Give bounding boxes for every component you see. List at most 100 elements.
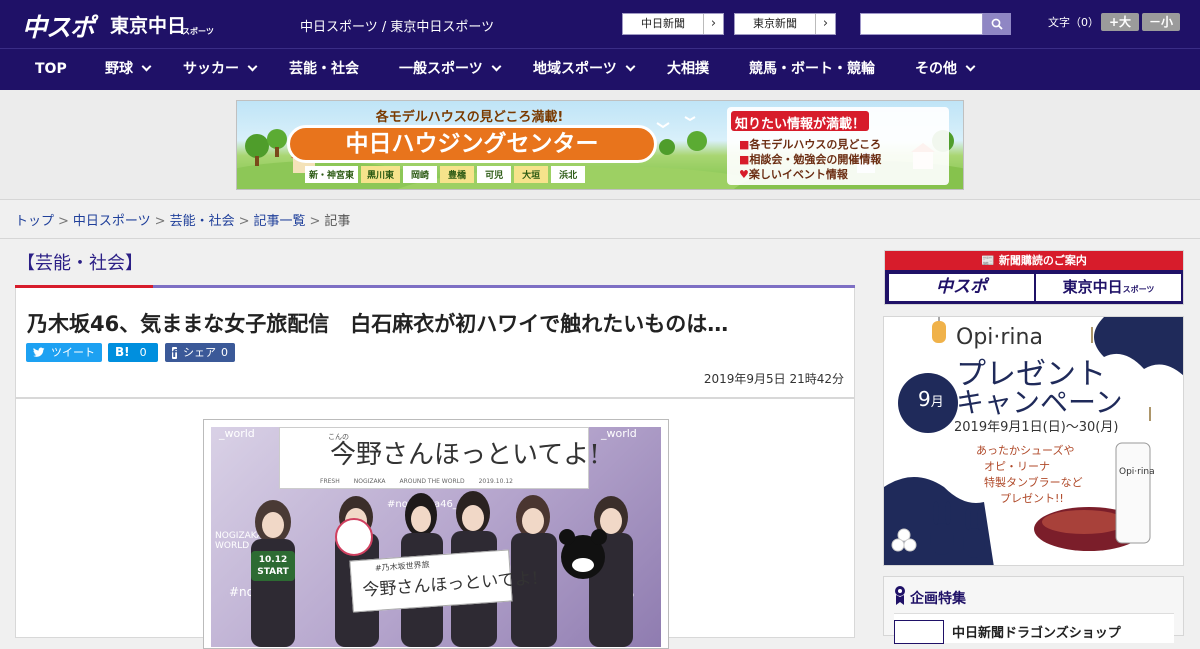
subscribe-tokyo-chunichi-button[interactable]: 東京中日スポーツ: [1036, 274, 1181, 301]
special-feature-item-label: 中日新聞ドラゴンズショップ: [952, 626, 1121, 641]
article-photo[interactable]: _world _world NOGIZAKA46 WORLD #nogizaka…: [211, 427, 661, 647]
article-header: 乃木坂46、気ままな女子旅配信 白石麻衣が初ハワイで触れたいものは… ツイート …: [15, 288, 855, 398]
breadcrumb-link-chunichi-sports[interactable]: 中日スポーツ: [73, 214, 151, 229]
nav-item-other[interactable]: その他: [915, 49, 976, 90]
article-body: _world _world NOGIZAKA46 WORLD #nogizaka…: [15, 398, 855, 649]
nav-label: 野球: [105, 61, 133, 77]
search-icon: [991, 18, 1003, 30]
location-tag: 可児: [477, 166, 512, 183]
breadcrumb-separator: >: [154, 214, 166, 229]
chevron-down-icon: [625, 61, 636, 72]
nav-label: 芸能・社会: [289, 61, 359, 77]
chevron-down-icon: [491, 61, 502, 72]
subscribe-chusupo-button[interactable]: 中スポ: [889, 274, 1034, 301]
newspaper-icon: 📰: [981, 254, 995, 267]
campaign-dates: 2019年9月1日(日)～30(月): [954, 420, 1119, 435]
breadcrumb-link-top[interactable]: トップ: [15, 214, 54, 229]
housing-center-ad[interactable]: 各モデルハウスの見どころ満載! 中日ハウジングセンター 新・神宮東 黒川東 岡崎…: [236, 100, 964, 190]
tweet-label: ツイート: [51, 346, 95, 359]
breadcrumb: トップ > 中日スポーツ > 芸能・社会 > 記事一覧 > 記事: [15, 210, 350, 229]
subscribe-tokyo-logo: 東京中日: [1062, 278, 1123, 296]
campaign-title-line2: キャンペーン: [956, 386, 1123, 419]
breadcrumb-link-entertainment[interactable]: 芸能・社会: [170, 214, 235, 229]
chunichi-shimbun-button[interactable]: 中日新聞 ›: [622, 13, 724, 35]
banner-box-line: ■相談会・勉強会の開催情報: [739, 153, 882, 166]
nav-item-entertainment[interactable]: 芸能・社会: [289, 49, 359, 90]
opirina-brand: Opi·rina: [956, 325, 1043, 350]
search-input[interactable]: [860, 13, 983, 35]
font-larger-button[interactable]: +大: [1101, 13, 1139, 31]
banner-box-lines: ■各モデルハウスの見どころ ■相談会・勉強会の開催情報 ♥楽しいイベント情報: [739, 137, 881, 182]
chevron-right-icon: ›: [703, 14, 723, 34]
subscription-box: 📰 新聞購読のご案内 中スポ 東京中日スポーツ: [884, 250, 1184, 305]
tokyo-shimbun-button[interactable]: 東京新聞 ›: [734, 13, 836, 35]
location-tag: 新・神宮東: [305, 166, 359, 183]
location-tag: 岡崎: [403, 166, 438, 183]
font-size-label: 文字（0）: [1048, 16, 1099, 29]
breadcrumb-separator: >: [309, 214, 321, 229]
search-button[interactable]: [983, 13, 1011, 35]
facebook-count: 0: [221, 346, 228, 359]
start-sign: 10.12 START: [251, 551, 295, 581]
facebook-share-label: シェア: [183, 346, 216, 359]
special-feature-title: 企画特集: [910, 591, 966, 607]
campaign-copy: あったかシューズや オピ・リーナ 特製タンブラーなど プレゼント!!: [976, 444, 1083, 505]
chevron-down-icon: [141, 61, 152, 72]
nav-label: 一般スポーツ: [399, 61, 483, 77]
tokyo-chunichi-logo[interactable]: 東京中日: [110, 11, 186, 38]
chevron-down-icon: [965, 61, 976, 72]
banner-box-title: 知りたい情報が満載！: [734, 117, 865, 132]
nav-item-sumo[interactable]: 大相撲: [667, 49, 709, 90]
banner-area: 各モデルハウスの見どころ満載! 中日ハウジングセンター 新・神宮東 黒川東 岡崎…: [0, 90, 1200, 200]
location-tag: 大垣: [514, 166, 549, 183]
location-tag: 黒川東: [361, 166, 401, 183]
nav-label: その他: [915, 61, 957, 77]
font-smaller-button[interactable]: －小: [1142, 13, 1180, 31]
nav-item-local-sports[interactable]: 地域スポーツ: [533, 49, 636, 90]
location-tag: 浜北: [551, 166, 586, 183]
nav-item-soccer[interactable]: サッカー: [183, 49, 258, 90]
chusupo-logo[interactable]: 中スポ: [22, 8, 95, 44]
site-links[interactable]: 中日スポーツ / 東京中日スポーツ: [300, 16, 494, 35]
tweet-button[interactable]: ツイート: [26, 343, 102, 362]
nav-item-racing[interactable]: 競馬・ボート・競輪: [749, 49, 875, 90]
chevron-right-icon: ›: [815, 14, 835, 34]
nav-label: 競馬・ボート・競輪: [749, 61, 875, 77]
breadcrumb-separator: >: [58, 214, 69, 229]
article-photo-frame: _world _world NOGIZAKA46 WORLD #nogizaka…: [203, 419, 669, 649]
nav-label: 大相撲: [667, 61, 709, 77]
breadcrumb-divider: [0, 238, 1200, 239]
twitter-bird-icon: [33, 347, 45, 357]
opirina-campaign-ad[interactable]: Opi·rina プレゼント キャンペーン 9月 2019年9月1日(日)～30…: [883, 316, 1184, 566]
breadcrumb-current: 記事: [324, 214, 351, 229]
hatena-bookmark-button[interactable]: B! 0: [108, 343, 158, 362]
banner-top-line: 各モデルハウスの見どころ満載!: [375, 110, 564, 125]
nav-item-baseball[interactable]: 野球: [105, 49, 152, 90]
members-illustration: [251, 491, 633, 647]
main-nav: TOP 野球 サッカー 芸能・社会 一般スポーツ 地域スポーツ 大相撲 競馬・ボ…: [0, 48, 1200, 90]
facebook-share-button[interactable]: f シェア 0: [165, 343, 235, 362]
banner-title: 中日ハウジングセンター: [287, 125, 657, 163]
banner-box-line: ♥楽しいイベント情報: [739, 168, 848, 181]
subscribe-tokyo-logo-sub: スポーツ: [1122, 284, 1155, 294]
campaign-month: 9月: [918, 387, 944, 411]
article-date: 2019年9月5日 21時42分: [703, 372, 844, 386]
special-feature-box: 企画特集 中日新聞ドラゴンズショップ: [883, 576, 1184, 644]
nav-item-top[interactable]: TOP: [35, 49, 67, 90]
ticket-card: #乃木坂世界旅 今野さんほっといてよ!: [349, 549, 539, 613]
article-headline: 乃木坂46、気ままな女子旅配信 白石麻衣が初ハワイで触れたいものは…: [27, 312, 729, 336]
banner-box-line: ■各モデルハウスの見どころ: [739, 138, 882, 151]
tokyo-chunichi-logo-sub: スポーツ: [182, 27, 214, 36]
nav-item-general-sports[interactable]: 一般スポーツ: [399, 49, 502, 90]
breadcrumb-link-article-list[interactable]: 記事一覧: [254, 214, 306, 229]
hatena-b-icon: B!: [115, 345, 130, 359]
breadcrumb-separator: >: [238, 214, 250, 229]
category-title: 【芸能・社会】: [17, 253, 143, 274]
nav-label: TOP: [35, 61, 67, 77]
chunichi-shimbun-label: 中日新聞: [641, 17, 685, 30]
nav-label: サッカー: [183, 61, 239, 77]
subscription-heading: 📰 新聞購読のご案内: [885, 251, 1183, 270]
special-feature-item[interactable]: 中日新聞ドラゴンズショップ: [894, 613, 1174, 644]
facebook-icon: f: [172, 346, 177, 360]
banner-locations: 新・神宮東 黒川東 岡崎 豊橋 可児 大垣 浜北: [305, 166, 586, 183]
